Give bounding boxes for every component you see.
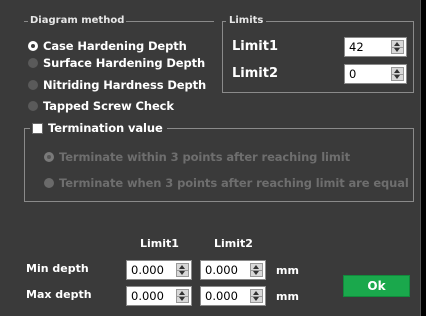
spin-up-icon[interactable] <box>394 42 400 46</box>
radio-label: Surface Hardening Depth <box>43 56 206 70</box>
min-depth-label: Min depth <box>26 262 89 275</box>
radio-label: Terminate when 3 points after reaching l… <box>59 176 409 190</box>
limit1-label: Limit1 <box>232 39 279 54</box>
spin-buttons[interactable] <box>250 289 263 303</box>
radio-label: Nitriding Hardness Depth <box>43 78 207 92</box>
radio-label: Terminate within 3 points after reaching… <box>59 150 350 164</box>
radio-label: Tapped Screw Check <box>43 99 174 113</box>
spin-down-icon[interactable] <box>179 297 185 301</box>
limit1-value[interactable]: 42 <box>349 40 364 54</box>
min-depth-limit1-value[interactable]: 0.000 <box>131 263 164 277</box>
spin-up-icon[interactable] <box>394 69 400 73</box>
spin-up-icon[interactable] <box>253 291 259 295</box>
spin-down-icon[interactable] <box>179 271 185 275</box>
limit2-value[interactable]: 0 <box>349 67 356 81</box>
checkbox-icon[interactable] <box>32 122 43 134</box>
radio-surface-hardening[interactable]: Surface Hardening Depth <box>28 55 205 71</box>
radio-unselected-icon <box>44 178 54 188</box>
radio-tapped-screw[interactable]: Tapped Screw Check <box>28 98 174 114</box>
radio-selected-icon <box>44 152 54 162</box>
spin-buttons[interactable] <box>391 67 404 81</box>
spin-buttons[interactable] <box>250 263 263 277</box>
radio-terminate-within[interactable]: Terminate within 3 points after reaching… <box>44 149 350 165</box>
spin-buttons[interactable] <box>391 40 404 54</box>
min-depth-limit2-value[interactable]: 0.000 <box>205 263 238 277</box>
spin-down-icon[interactable] <box>394 75 400 79</box>
limit1-spinner[interactable]: 42 <box>344 37 407 57</box>
spin-buttons[interactable] <box>176 263 189 277</box>
column-limit1: Limit1 <box>140 237 179 250</box>
spin-down-icon[interactable] <box>253 271 259 275</box>
max-depth-label: Max depth <box>26 288 92 301</box>
spin-up-icon[interactable] <box>179 291 185 295</box>
spin-up-icon[interactable] <box>253 265 259 269</box>
min-depth-unit: mm <box>276 264 299 277</box>
column-limit2: Limit2 <box>214 237 253 250</box>
spin-down-icon[interactable] <box>253 297 259 301</box>
spin-up-icon[interactable] <box>179 265 185 269</box>
radio-unselected-icon <box>28 80 38 90</box>
termination-checkbox[interactable]: Termination value <box>30 120 167 136</box>
spin-buttons[interactable] <box>176 289 189 303</box>
spin-down-icon[interactable] <box>394 48 400 52</box>
radio-terminate-equal[interactable]: Terminate when 3 points after reaching l… <box>44 175 409 191</box>
max-depth-unit: mm <box>276 290 299 303</box>
max-depth-limit1-spinner[interactable]: 0.000 <box>126 286 192 306</box>
radio-label: Case Hardening Depth <box>43 39 187 53</box>
radio-unselected-icon <box>28 58 38 68</box>
radio-nitriding[interactable]: Nitriding Hardness Depth <box>28 77 206 93</box>
dialog: Diagram method Case Hardening Depth Surf… <box>0 0 421 316</box>
min-depth-limit2-spinner[interactable]: 0.000 <box>200 260 266 280</box>
limit2-label: Limit2 <box>232 66 279 81</box>
max-depth-limit2-value[interactable]: 0.000 <box>205 289 238 303</box>
min-depth-limit1-spinner[interactable]: 0.000 <box>126 260 192 280</box>
ok-button[interactable]: Ok <box>343 275 410 297</box>
termination-label: Termination value <box>48 121 163 135</box>
max-depth-limit1-value[interactable]: 0.000 <box>131 289 164 303</box>
max-depth-limit2-spinner[interactable]: 0.000 <box>200 286 266 306</box>
limits-title: Limits <box>226 14 267 28</box>
radio-case-hardening[interactable]: Case Hardening Depth <box>28 38 187 54</box>
radio-selected-icon <box>28 41 38 51</box>
diagram-method-title: Diagram method <box>28 14 127 28</box>
radio-unselected-icon <box>28 101 38 111</box>
limit2-spinner[interactable]: 0 <box>344 64 407 84</box>
